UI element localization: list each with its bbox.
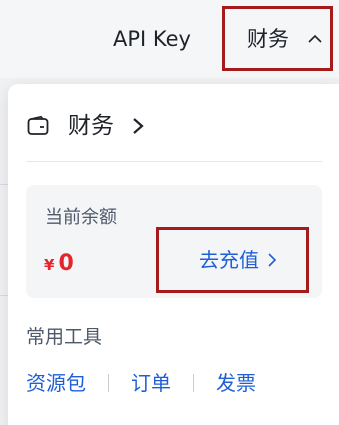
recharge-link[interactable]: 去充值 <box>199 247 277 273</box>
recharge-highlight: 去充值 <box>156 227 309 293</box>
background-divider <box>0 295 8 296</box>
wallet-icon <box>27 115 49 135</box>
link-separator <box>193 374 194 392</box>
nav-finance-label: 财务 <box>247 27 289 51</box>
background-divider <box>0 184 8 185</box>
currency-symbol: ¥ <box>44 256 55 274</box>
common-tools-label: 常用工具 <box>26 326 103 348</box>
tool-link-resource-pack[interactable]: 资源包 <box>26 369 86 397</box>
finance-header[interactable]: 财务 <box>26 110 146 142</box>
balance-amount: ¥0 <box>44 249 74 280</box>
nav-finance-menu[interactable]: 财务 <box>222 6 333 71</box>
nav-api-key[interactable]: API Key <box>113 24 191 54</box>
header-divider <box>26 161 322 162</box>
tool-link-invoices[interactable]: 发票 <box>216 369 256 397</box>
recharge-label: 去充值 <box>199 248 259 272</box>
chevron-up-icon <box>308 34 322 43</box>
balance-label: 当前余额 <box>45 207 117 228</box>
chevron-right-icon <box>268 253 277 267</box>
common-tools-links: 资源包 订单 发票 <box>26 369 256 397</box>
top-nav-bar: API Key 财务 <box>0 0 339 78</box>
link-separator <box>108 374 109 392</box>
chevron-right-icon <box>133 118 144 134</box>
tool-link-orders[interactable]: 订单 <box>131 369 171 397</box>
balance-value: 0 <box>58 251 74 276</box>
finance-title: 财务 <box>68 113 114 139</box>
